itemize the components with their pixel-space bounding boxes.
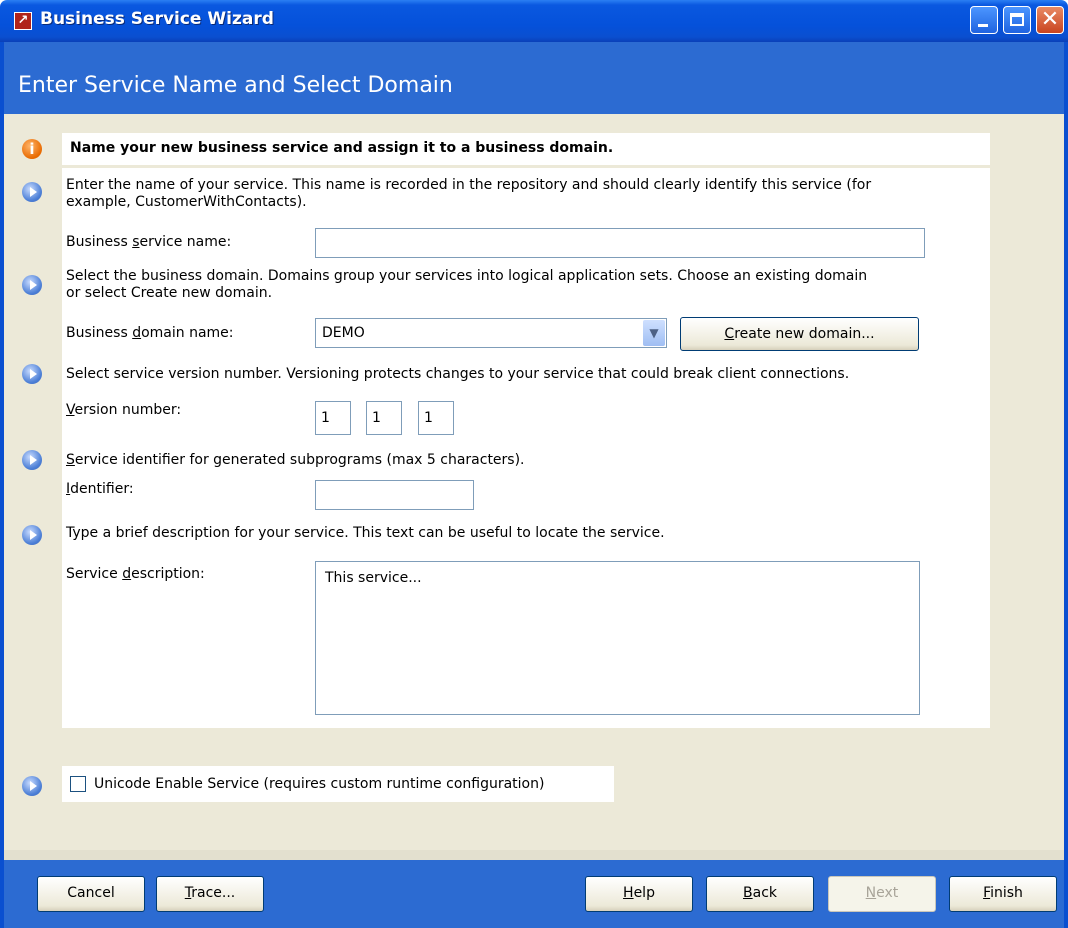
close-button[interactable]: ✕ — [1036, 6, 1064, 34]
window-title: Business Service Wizard — [40, 9, 274, 29]
intro-text: Name your new business service and assig… — [70, 140, 614, 156]
maximize-icon — [1010, 13, 1024, 26]
info-icon: i — [22, 139, 42, 159]
page-title: Enter Service Name and Select Domain — [18, 73, 453, 98]
maximize-button[interactable] — [1003, 6, 1031, 34]
step3-text: Select service version number. Versionin… — [66, 366, 850, 382]
business-service-name-input[interactable] — [315, 228, 925, 258]
step5-text: Type a brief description for your servic… — [66, 525, 665, 541]
back-button[interactable]: Back — [706, 876, 814, 912]
version-major-input[interactable]: 1 — [315, 401, 351, 435]
business-domain-name-label: Business domain name: — [66, 325, 234, 341]
window-frame-right — [1064, 42, 1068, 928]
version-patch-input[interactable]: 1 — [418, 401, 454, 435]
business-service-name-label: Business service name: — [66, 234, 232, 250]
help-button[interactable]: Help — [585, 876, 693, 912]
app-icon: ↗ — [14, 12, 32, 30]
service-description-textarea[interactable]: This service... — [315, 561, 920, 715]
version-minor-input[interactable]: 1 — [366, 401, 402, 435]
step-arrow-icon — [22, 364, 42, 384]
identifier-input[interactable] — [315, 480, 474, 510]
close-icon: ✕ — [1040, 7, 1060, 32]
cancel-button[interactable]: Cancel — [37, 876, 145, 912]
step1-text-line1: Enter the name of your service. This nam… — [66, 177, 872, 193]
unicode-enable-label[interactable]: Unicode Enable Service (requires custom … — [94, 776, 544, 792]
step2-text-line2: or select Create new domain. — [66, 285, 273, 301]
step4-text: Service identifier for generated subprog… — [66, 452, 525, 468]
chevron-down-icon[interactable]: ▼ — [643, 320, 665, 346]
minimize-icon — [978, 24, 988, 27]
domain-selected-value: DEMO — [322, 325, 365, 341]
identifier-label: Identifier: — [66, 481, 134, 497]
finish-button[interactable]: Finish — [949, 876, 1057, 912]
trace-button[interactable]: Trace... — [156, 876, 264, 912]
minimize-button[interactable] — [970, 6, 998, 34]
button-bar-divider — [4, 850, 1064, 860]
step-arrow-icon — [22, 525, 42, 545]
step-arrow-icon — [22, 776, 42, 796]
create-new-domain-button[interactable]: Create new domain... — [680, 317, 919, 351]
step-arrow-icon — [22, 450, 42, 470]
unicode-enable-checkbox[interactable] — [70, 776, 86, 792]
window-frame-left — [0, 42, 4, 928]
step-arrow-icon — [22, 182, 42, 202]
version-number-label: Version number: — [66, 402, 182, 418]
step1-text-line2: example, CustomerWithContacts). — [66, 194, 307, 210]
business-domain-select[interactable]: DEMO ▼ — [315, 318, 667, 348]
next-button[interactable]: Next — [828, 876, 936, 912]
step-arrow-icon — [22, 275, 42, 295]
service-description-label: Service description: — [66, 566, 205, 582]
step2-text-line1: Select the business domain. Domains grou… — [66, 268, 868, 284]
